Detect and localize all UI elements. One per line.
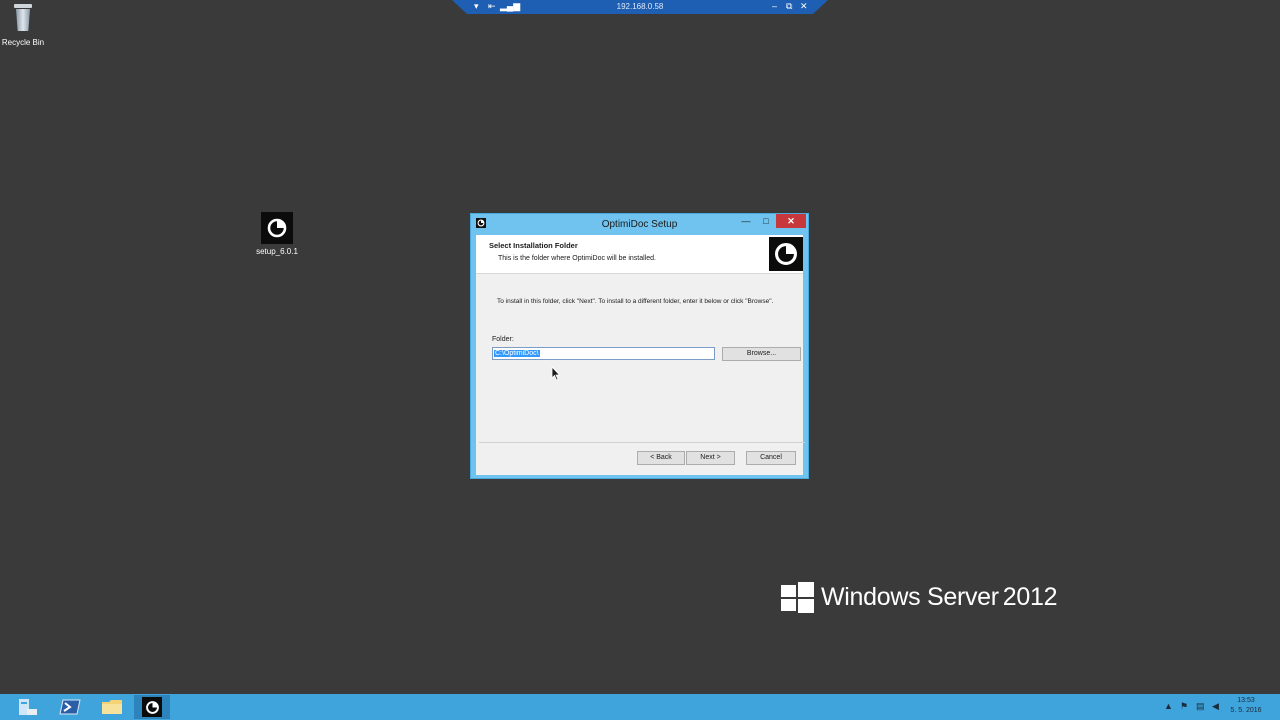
next-button[interactable]: Next > [686, 451, 735, 465]
folder-input[interactable]: C:\OptimiDoc\ [492, 347, 715, 360]
brand-version: 2012 [1002, 583, 1058, 611]
header-subtitle: This is the folder where OptimiDoc will … [498, 255, 656, 262]
powershell-icon[interactable] [52, 695, 88, 719]
rdp-minimize-button[interactable]: – [772, 1, 777, 11]
windows-logo-icon [781, 582, 814, 613]
optimidoc-header-logo-icon [769, 237, 803, 271]
instructions-text: To install in this folder, click "Next".… [497, 298, 774, 305]
header-title: Select Installation Folder [489, 241, 578, 250]
windows-server-branding: Windows Server 2012 [781, 582, 1058, 613]
recycle-bin-icon [13, 4, 33, 32]
optimidoc-setup-icon[interactable] [134, 695, 170, 719]
back-button[interactable]: < Back [637, 451, 685, 465]
taskbar: ▲ ⚑ ▤ ◀ 13:53 5. 5. 2016 [0, 694, 1280, 720]
browse-button[interactable]: Browse... [722, 347, 801, 361]
brand-product-name: Windows Server [821, 583, 999, 611]
server-manager-icon[interactable] [10, 695, 46, 719]
recycle-bin-label: Recycle Bin [1, 38, 45, 47]
rdp-restore-button[interactable]: ⧉ [786, 1, 792, 12]
dialog-body: Select Installation Folder This is the f… [476, 235, 805, 475]
dialog-close-button[interactable]: ✕ [776, 214, 806, 228]
taskbar-clock[interactable]: 13:53 5. 5. 2016 [1226, 696, 1266, 716]
clock-time: 13:53 [1237, 697, 1255, 704]
recycle-bin-shortcut[interactable]: Recycle Bin [0, 4, 58, 47]
file-explorer-icon[interactable] [94, 695, 130, 719]
clock-date: 5. 5. 2016 [1230, 707, 1262, 714]
folder-input-value: C:\OptimiDoc\ [494, 350, 540, 357]
volume-icon[interactable]: ◀ [1212, 701, 1219, 712]
dialog-header: Select Installation Folder This is the f… [476, 235, 803, 274]
action-center-icon[interactable]: ⚑ [1180, 701, 1188, 712]
setup-dialog: OptimiDoc Setup — □ ✕ Select Installatio… [470, 213, 809, 479]
mouse-cursor-icon [551, 366, 561, 381]
rdp-close-button[interactable]: ✕ [800, 1, 808, 12]
setup-file-shortcut[interactable]: setup_6.0.1 [242, 212, 312, 256]
rdp-connection-bar[interactable]: ▾ ⇤ ▂▄▆ 192.168.0.58 – ⧉ ✕ [452, 0, 828, 14]
cancel-button[interactable]: Cancel [746, 451, 796, 465]
dialog-maximize-button[interactable]: □ [758, 214, 774, 228]
tray-overflow-icon[interactable]: ▲ [1164, 701, 1173, 711]
optimidoc-logo-icon [261, 212, 293, 244]
dialog-titlebar[interactable]: OptimiDoc Setup — □ ✕ [471, 214, 808, 234]
folder-label: Folder: [492, 336, 514, 343]
dialog-minimize-button[interactable]: — [737, 214, 755, 228]
setup-file-label: setup_6.0.1 [256, 247, 298, 256]
footer-divider [479, 442, 805, 443]
network-icon[interactable]: ▤ [1196, 701, 1205, 712]
